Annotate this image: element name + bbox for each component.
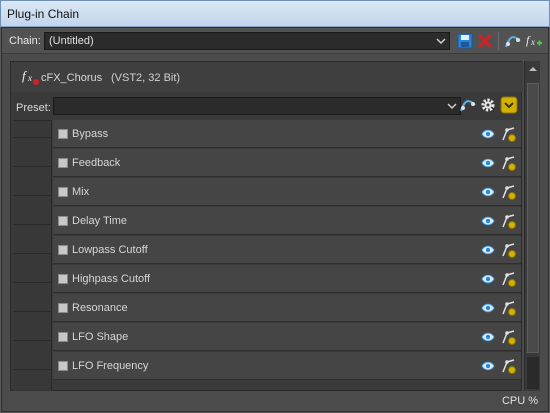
gutter-divider <box>13 340 52 341</box>
parameter-name: Feedback <box>72 157 121 169</box>
plugin-chain-window: Chain: (Untitled) f x f x cFX_Chorus (VS… <box>1 27 549 412</box>
parameter-checkbox[interactable] <box>58 129 68 139</box>
gutter-divider <box>13 224 52 225</box>
status-bar: CPU % <box>2 391 548 411</box>
gutter-divider <box>13 195 52 196</box>
eye-icon[interactable] <box>481 215 495 227</box>
add-fx-icon[interactable]: f x <box>525 32 543 50</box>
automation-icon[interactable] <box>501 125 517 143</box>
eye-icon[interactable] <box>481 128 495 140</box>
automation-icon[interactable] <box>501 328 517 346</box>
eye-icon[interactable] <box>481 273 495 285</box>
window-title: Plug-in Chain <box>7 7 80 21</box>
scroll-track[interactable] <box>527 357 539 389</box>
parameter-row[interactable]: Delay Time <box>53 207 521 235</box>
parameter-checkbox[interactable] <box>58 158 68 168</box>
cpu-label: CPU % <box>501 395 538 407</box>
parameter-checkbox[interactable] <box>58 245 68 255</box>
preset-dropdown[interactable] <box>53 97 461 115</box>
save-icon[interactable] <box>456 32 474 50</box>
parameter-row[interactable]: Highpass Cutoff <box>53 265 521 293</box>
automation-icon[interactable] <box>501 357 517 375</box>
chain-dropdown[interactable]: (Untitled) <box>44 32 450 50</box>
parameter-row[interactable]: Resonance <box>53 294 521 322</box>
parameter-row[interactable]: Bypass <box>53 120 521 148</box>
parameter-gutter <box>13 120 52 392</box>
eye-icon[interactable] <box>481 157 495 169</box>
parameter-checkbox[interactable] <box>58 303 68 313</box>
automation-icon[interactable] <box>501 270 517 288</box>
plugin-name: cFX_Chorus <box>41 72 103 84</box>
eye-icon[interactable] <box>481 244 495 256</box>
parameter-name: LFO Frequency <box>72 360 149 372</box>
automation-icon[interactable] <box>501 183 517 201</box>
remove-icon[interactable] <box>476 32 494 50</box>
parameter-checkbox[interactable] <box>58 274 68 284</box>
eye-icon[interactable] <box>481 302 495 314</box>
vertical-scrollbar[interactable] <box>524 61 540 391</box>
automation-icon[interactable] <box>501 241 517 259</box>
parameter-list: Bypass Feedback Mix Delay Time Lowpass C… <box>13 120 521 392</box>
parameter-row[interactable]: Feedback <box>53 149 521 177</box>
chain-label: Chain: <box>9 35 41 47</box>
parameter-checkbox[interactable] <box>58 187 68 197</box>
parameter-row[interactable]: LFO Shape <box>53 323 521 351</box>
parameter-name: Highpass Cutoff <box>72 273 151 285</box>
automation-envelope-icon[interactable] <box>504 32 522 50</box>
gutter-divider <box>13 369 52 370</box>
parameter-checkbox[interactable] <box>58 361 68 371</box>
parameter-row[interactable]: Mix <box>53 178 521 206</box>
preset-label: Preset: <box>16 102 51 114</box>
svg-text:x: x <box>530 37 535 47</box>
eye-icon[interactable] <box>481 186 495 198</box>
gutter-divider <box>13 166 52 167</box>
eye-icon[interactable] <box>481 360 495 372</box>
automation-envelope-icon[interactable] <box>459 96 477 114</box>
toolbar-separator <box>498 32 499 50</box>
chevron-down-icon <box>447 103 457 110</box>
parameter-name: Bypass <box>72 128 109 140</box>
gutter-divider <box>13 282 52 283</box>
parameter-name: Resonance <box>72 302 128 314</box>
chain-toolbar: Chain: (Untitled) f x <box>2 28 548 54</box>
parameter-row[interactable]: Lowpass Cutoff <box>53 236 521 264</box>
parameter-checkbox[interactable] <box>58 332 68 342</box>
gutter-divider <box>13 120 52 121</box>
parameter-name: Mix <box>72 186 90 198</box>
parameter-name: Delay Time <box>72 215 128 227</box>
gutter-divider <box>13 253 52 254</box>
chevron-down-icon <box>436 38 446 45</box>
parameter-name: LFO Shape <box>72 331 129 343</box>
chevron-down-menu-icon[interactable] <box>500 96 518 114</box>
plugin-panel: f x cFX_Chorus (VST2, 32 Bit) Preset: By… <box>10 61 523 392</box>
scroll-thumb[interactable] <box>527 83 539 353</box>
scroll-up-arrow[interactable] <box>529 67 537 71</box>
parameter-name: Lowpass Cutoff <box>72 244 148 256</box>
title-bar: Plug-in Chain <box>0 0 550 27</box>
automation-icon[interactable] <box>501 299 517 317</box>
svg-text:x: x <box>27 73 32 83</box>
chain-value: (Untitled) <box>49 35 94 47</box>
gear-icon[interactable] <box>479 96 497 114</box>
parameter-checkbox[interactable] <box>58 216 68 226</box>
plugin-header: f x cFX_Chorus (VST2, 32 Bit) <box>11 62 523 92</box>
plugin-info: (VST2, 32 Bit) <box>111 72 181 84</box>
gutter-divider <box>13 137 52 138</box>
parameter-row[interactable]: LFO Frequency <box>53 352 521 380</box>
fx-logo-icon: f x <box>22 68 39 85</box>
automation-icon[interactable] <box>501 154 517 172</box>
automation-icon[interactable] <box>501 212 517 230</box>
gutter-divider <box>13 311 52 312</box>
eye-icon[interactable] <box>481 331 495 343</box>
